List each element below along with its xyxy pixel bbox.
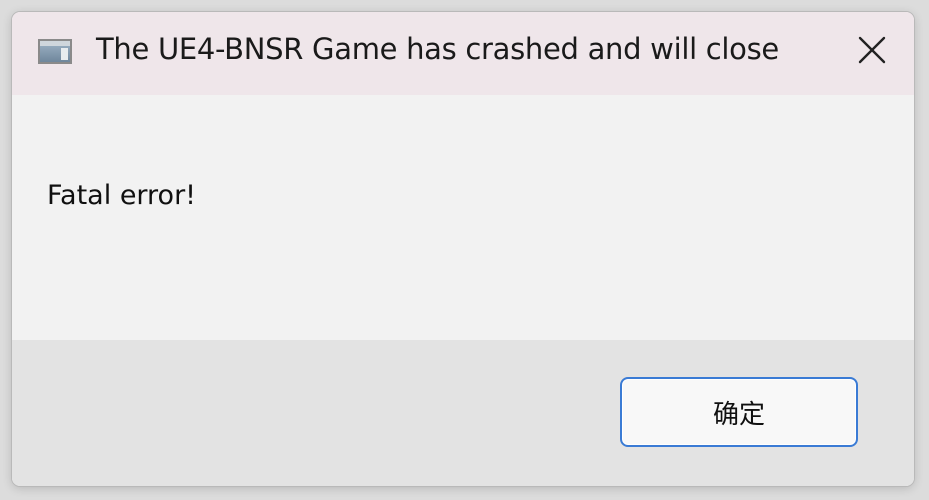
close-button[interactable]	[852, 30, 892, 70]
error-dialog: The UE4-BNSR Game has crashed and will c…	[12, 12, 914, 486]
app-window-icon	[38, 39, 72, 64]
title-bar: The UE4-BNSR Game has crashed and will c…	[12, 12, 914, 95]
close-icon	[858, 36, 886, 64]
dialog-content: Fatal error!	[12, 95, 914, 340]
ok-button[interactable]: 确定	[620, 377, 858, 447]
app-window-icon-titlebar	[40, 41, 70, 46]
app-window-icon-pane	[61, 48, 68, 60]
dialog-title: The UE4-BNSR Game has crashed and will c…	[96, 32, 779, 66]
error-message: Fatal error!	[47, 180, 197, 211]
dialog-footer: 确定	[12, 340, 914, 486]
